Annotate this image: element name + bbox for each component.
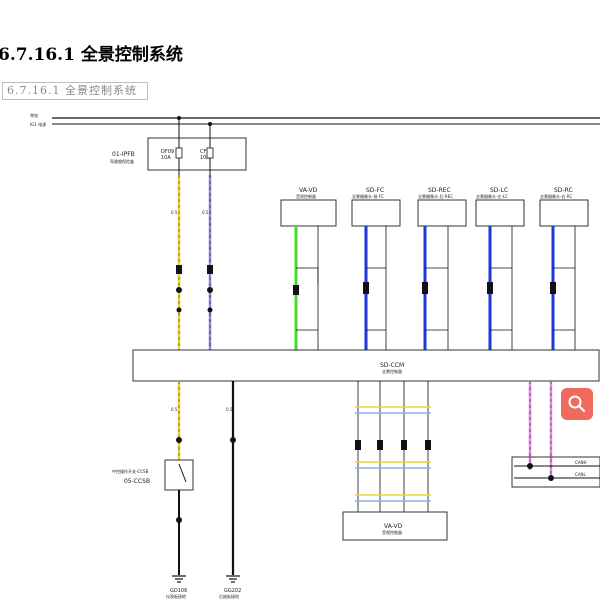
- sd-rec-id: SD-REC: [428, 187, 451, 194]
- sd-rc-desc: 全景摄像头-右-RC: [540, 193, 572, 199]
- wire-size-black: 0.5: [226, 407, 233, 412]
- rail-constant-label: 常电: [30, 112, 38, 118]
- sd-fc-id: SD-FC: [366, 187, 384, 194]
- va-vd-top: [280, 199, 337, 227]
- ground1-desc: 仪表板接地: [166, 593, 186, 599]
- ground2-desc: 后座板接地: [219, 593, 239, 599]
- sd-rc-id: SD-RC: [554, 187, 573, 194]
- va-vd-top-id: VA-VD: [299, 187, 318, 194]
- camera-fc: SD-FC 全景摄像头-前-FC: [351, 187, 401, 350]
- va-vd-bottom-desc: 音视控制器: [382, 529, 402, 535]
- camera-rc: SD-RC 全景摄像头-右-RC: [539, 187, 589, 350]
- ccm-id: SD-CCM: [380, 362, 404, 369]
- ground-gd106: GD106 仪表板接地: [166, 575, 187, 599]
- rail-ig1-label: IG1 电源: [30, 121, 46, 127]
- sd-lc-desc: 全景摄像头-左-LC: [476, 193, 508, 199]
- va-vd-top-desc: 音视控制器: [296, 193, 316, 199]
- ccm-controller: [132, 349, 600, 382]
- can-low-label: CANL: [575, 472, 587, 477]
- fuse1-rating: 10A: [161, 155, 171, 161]
- wiring-diagram: 常电 IG1 电源 01-IPFB 驾驶舱保险盒 DF09 10A CF50 1…: [30, 112, 600, 599]
- switch-id: 05-CCSB: [124, 478, 150, 485]
- search-button[interactable]: [561, 388, 593, 420]
- sd-fc-desc: 全景摄像头-前-FC: [352, 193, 384, 199]
- camera-rec: SD-REC 全景摄像头-后-REC: [417, 187, 467, 350]
- can-high-label: CANH: [575, 460, 587, 465]
- video-bundle: [355, 381, 431, 512]
- sd-rec-desc: 全景摄像头-后-REC: [418, 193, 453, 199]
- search-icon: [568, 395, 586, 413]
- ground-gg202: GG202 后座板接地: [219, 575, 241, 599]
- camera-lc: SD-LC 全景摄像头-左-LC: [475, 187, 525, 350]
- switch-desc: 中控操作开关-CCSB: [112, 468, 149, 474]
- fuse-block-desc: 驾驶舱保险盒: [110, 158, 134, 164]
- wire-size-yellow-low: 0.5: [171, 407, 178, 412]
- fuse-block-name: 01-IPFB: [112, 151, 135, 158]
- wire-size-yellow: 0.5: [171, 210, 178, 215]
- sd-lc-id: SD-LC: [490, 187, 508, 194]
- va-vd-bottom-id: VA-VD: [384, 523, 403, 530]
- ccm-desc: 全景控制器: [382, 368, 402, 374]
- wire-size-purple: 0.5: [202, 210, 209, 215]
